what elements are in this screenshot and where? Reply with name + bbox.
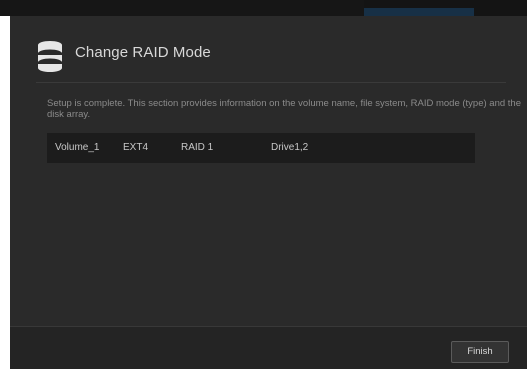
top-bar [0, 0, 527, 16]
disk-array: Drive1,2 [271, 142, 309, 153]
top-bar-highlight [364, 8, 474, 16]
screen: Change RAID Mode Setup is complete. This… [0, 0, 527, 369]
setup-description: Setup is complete. This section provides… [47, 98, 521, 120]
finish-button[interactable]: Finish [451, 341, 509, 363]
dialog-header: Change RAID Mode [36, 38, 506, 83]
change-raid-mode-dialog: Change RAID Mode Setup is complete. This… [10, 16, 527, 369]
top-bar-left-segment [0, 0, 364, 16]
dialog-footer: Finish [10, 326, 527, 369]
database-icon [36, 40, 64, 72]
file-system: EXT4 [123, 142, 149, 153]
volume-name: Volume_1 [55, 142, 100, 153]
dialog-title: Change RAID Mode [75, 44, 211, 61]
volume-summary-row: Volume_1 EXT4 RAID 1 Drive1,2 [47, 133, 475, 163]
raid-mode: RAID 1 [181, 142, 214, 153]
